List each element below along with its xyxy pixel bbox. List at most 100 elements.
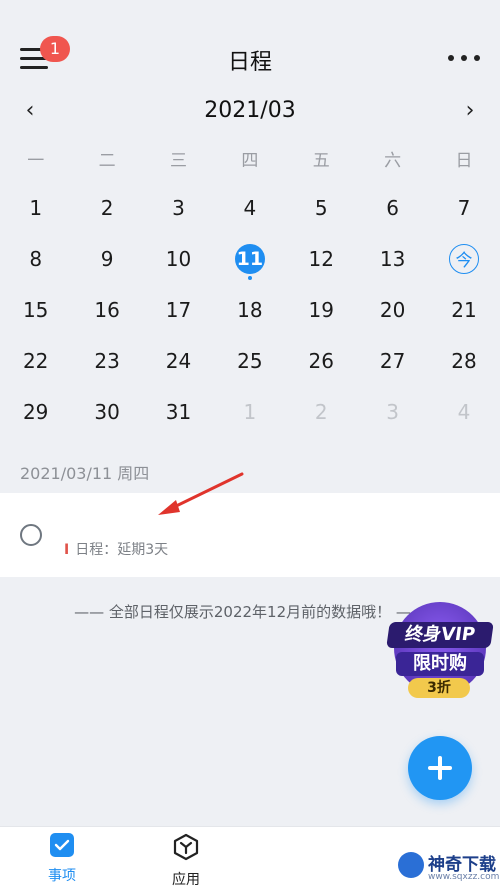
vip-promo-line1: 终身VIP	[386, 622, 494, 648]
calendar-day[interactable]: 17	[143, 284, 214, 335]
day-number: 5	[314, 195, 328, 220]
calendar-day[interactable]: 28	[428, 335, 499, 386]
more-dot-icon	[474, 55, 480, 61]
calendar-day[interactable]: 16	[71, 284, 142, 335]
calendar-day[interactable]: 2	[71, 182, 142, 233]
calendar-day-selected[interactable]: 11	[214, 233, 285, 284]
day-number: 4	[457, 399, 471, 424]
tab-matters[interactable]: 事项	[32, 833, 92, 885]
vip-promo-discount: 3折	[408, 678, 470, 698]
day-number: 10	[165, 246, 192, 271]
calendar-day[interactable]: 29	[0, 386, 71, 437]
calendar-day[interactable]: 12	[286, 233, 357, 284]
day-number: 1	[243, 399, 257, 424]
calendar-grid: 1 2 3 4 5 6 7 8 9 10 11 12 13 今 15 16 17…	[0, 182, 500, 437]
calendar-day-next-month[interactable]: 2	[286, 386, 357, 437]
calendar-day[interactable]: 24	[143, 335, 214, 386]
calendar-day[interactable]: 3	[143, 182, 214, 233]
tab-label: 应用	[172, 872, 200, 888]
apps-hexagon-icon	[173, 833, 199, 861]
calendar-day-next-month[interactable]: 1	[214, 386, 285, 437]
calendar-day[interactable]: 7	[428, 182, 499, 233]
day-number: 13	[379, 246, 406, 271]
watermark-url: www.sqxzz.com	[428, 872, 500, 882]
month-label[interactable]: 2021/03	[0, 98, 500, 123]
day-number: 25	[237, 348, 263, 373]
calendar-day[interactable]: 23	[71, 335, 142, 386]
vip-promo-badge[interactable]: 终身VIP 限时购 3折	[386, 598, 494, 698]
calendar-week-row: 1 2 3 4 5 6 7	[0, 182, 500, 233]
day-number: 27	[379, 348, 406, 373]
day-number: 4	[243, 195, 257, 220]
weekday-label: 五	[312, 151, 330, 171]
selected-date-header: 2021/03/11 周四	[20, 464, 150, 483]
calendar-day[interactable]: 9	[71, 233, 142, 284]
day-number: 12	[308, 246, 334, 271]
day-number: 1	[29, 195, 43, 220]
watermark-logo-icon	[398, 852, 424, 878]
calendar-day[interactable]: 8	[0, 233, 71, 284]
calendar-day[interactable]: 26	[286, 335, 357, 386]
vip-promo-line2: 限时购	[396, 652, 484, 676]
calendar-week-row: 29 30 31 1 2 3 4	[0, 386, 500, 437]
calendar-day[interactable]: 21	[428, 284, 499, 335]
more-dot-icon	[448, 55, 454, 61]
task-checkbox[interactable]	[20, 524, 42, 546]
calendar-day[interactable]: 1	[0, 182, 71, 233]
calendar-day[interactable]: 19	[286, 284, 357, 335]
calendar-day[interactable]: 22	[0, 335, 71, 386]
weekday-label: 一	[27, 151, 45, 171]
task-item[interactable]: I 日程：延期3天	[0, 493, 500, 577]
calendar-day[interactable]: 20	[357, 284, 428, 335]
site-watermark: 神奇下载 www.sqxzz.com	[398, 846, 500, 886]
red-arrow-annotation	[158, 472, 244, 515]
plus-icon-vertical	[438, 756, 442, 780]
calendar-day[interactable]: 5	[286, 182, 357, 233]
day-number: 18	[237, 297, 263, 322]
day-number: 30	[94, 399, 120, 424]
add-schedule-button[interactable]	[408, 736, 472, 800]
weekday-label: 三	[169, 151, 187, 171]
calendar-week-row: 15 16 17 18 19 20 21	[0, 284, 500, 335]
weekday-label: 二	[98, 151, 116, 171]
day-number: 11	[234, 243, 265, 274]
day-number: 8	[29, 246, 43, 271]
day-number: 15	[22, 297, 49, 322]
calendar-week-row: 22 23 24 25 26 27 28	[0, 335, 500, 386]
calendar-day-next-month[interactable]: 3	[357, 386, 428, 437]
day-number: 24	[165, 348, 192, 373]
calendar-day[interactable]: 25	[214, 335, 285, 386]
day-number: 28	[451, 348, 477, 373]
calendar-day[interactable]: 27	[357, 335, 428, 386]
calendar-day[interactable]: 31	[143, 386, 214, 437]
day-number: 21	[451, 297, 477, 322]
day-number: 29	[22, 399, 49, 424]
next-month-button[interactable]: ›	[458, 98, 482, 123]
calendar-day-next-month[interactable]: 4	[428, 386, 499, 437]
calendar-day[interactable]: 15	[0, 284, 71, 335]
today-label: 今	[449, 243, 480, 274]
calendar-day[interactable]: 10	[143, 233, 214, 284]
tab-apps[interactable]: 应用	[156, 833, 216, 889]
weekday-label: 六	[384, 151, 402, 171]
calendar-day[interactable]: 30	[71, 386, 142, 437]
weekday-header: 一 二 三 四 五 六 日	[0, 146, 500, 171]
top-bar: 1 日程	[0, 0, 500, 95]
day-number: 2	[100, 195, 114, 220]
calendar-day[interactable]: 6	[357, 182, 428, 233]
month-navigation: ‹ 2021/03 ›	[0, 92, 500, 132]
day-number: 19	[308, 297, 334, 322]
more-options-button[interactable]	[448, 52, 480, 64]
day-number: 16	[94, 297, 120, 322]
day-number: 7	[457, 195, 471, 220]
day-number: 9	[100, 246, 114, 271]
day-number: 3	[172, 195, 185, 220]
check-box-icon	[50, 833, 74, 857]
calendar-day[interactable]: 13	[357, 233, 428, 284]
today-button[interactable]: 今	[428, 233, 499, 284]
day-number: 20	[379, 297, 406, 322]
weekday-label: 日	[455, 151, 473, 171]
calendar-day[interactable]: 18	[214, 284, 285, 335]
calendar-day[interactable]: 4	[214, 182, 285, 233]
calendar-week-row: 8 9 10 11 12 13 今	[0, 233, 500, 284]
